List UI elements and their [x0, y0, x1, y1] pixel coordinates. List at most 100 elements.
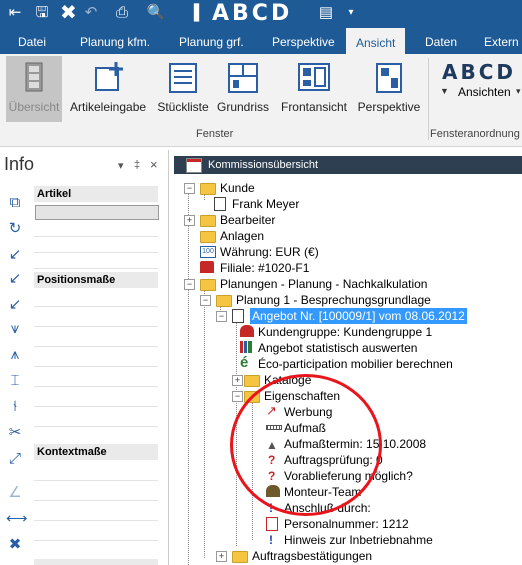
- grid-line: [34, 326, 158, 327]
- ribbon-separator: [428, 58, 429, 140]
- arrow-down-left-icon[interactable]: ↙: [6, 296, 24, 314]
- grid-line: [34, 366, 158, 367]
- tab-planung-kfm[interactable]: Planung kfm.: [80, 26, 150, 54]
- tree-connector: [188, 188, 189, 565]
- align-icon[interactable]: ⌶: [6, 372, 24, 390]
- tree-connector: [236, 310, 237, 546]
- print-preview-icon[interactable]: 🔍: [146, 3, 166, 23]
- collapse-icon[interactable]: −: [200, 295, 211, 306]
- close-icon[interactable]: ✖: [60, 3, 77, 23]
- grid-line: [34, 346, 158, 347]
- tab-ansicht[interactable]: Ansicht: [346, 28, 406, 56]
- chevron-down-icon: ▾: [516, 86, 521, 96]
- folder-icon: [200, 231, 216, 243]
- folder-icon: [216, 295, 232, 307]
- tab-daten[interactable]: Daten: [425, 26, 457, 54]
- chevron-down-icon[interactable]: ▾: [118, 159, 124, 172]
- arrow-down-left-icon[interactable]: ↙: [6, 246, 24, 264]
- grid-line: [34, 480, 158, 481]
- collapse-icon[interactable]: ⇤: [8, 3, 22, 23]
- ribbon: Übersicht Artikeleingabe Stückliste Grun…: [0, 54, 522, 147]
- chart-icon: [240, 341, 252, 353]
- article-entry-icon: [95, 62, 123, 91]
- folder-icon: [232, 551, 248, 563]
- group-label-window-arrangement: Fensteranordnung: [430, 128, 520, 140]
- document-icon: [214, 197, 226, 211]
- commission-overview-panel: Kommissionsübersicht − Kunde Frank Meyer…: [174, 150, 522, 565]
- pin-icon: ↗: [266, 403, 277, 418]
- measure-icon[interactable]: ∠: [6, 484, 24, 502]
- collapse-icon[interactable]: −: [232, 391, 243, 402]
- grid-line: [34, 386, 158, 387]
- exclamation-icon: !: [269, 501, 273, 515]
- grid-line: [34, 406, 158, 407]
- house-icon: [200, 261, 214, 273]
- rotate-icon[interactable]: ↻: [6, 220, 24, 238]
- views-dropdown-button[interactable]: ▼ Ansichten ▾: [440, 84, 522, 102]
- grid-line: [34, 252, 158, 253]
- cross-icon[interactable]: ✖: [6, 536, 24, 554]
- expand-icon[interactable]: +: [184, 215, 195, 226]
- floor-plan-button[interactable]: Grundriss: [216, 56, 270, 122]
- folder-icon: [200, 279, 216, 291]
- expand-icon[interactable]: +: [216, 551, 227, 562]
- undo-icon[interactable]: ↶: [84, 3, 98, 23]
- grid-line: [34, 236, 158, 237]
- grid-line: [34, 268, 158, 269]
- folder-icon: [200, 183, 216, 195]
- front-view-button[interactable]: Frontansicht: [280, 56, 348, 122]
- arrow-down-left-icon[interactable]: ↙: [6, 270, 24, 288]
- quick-access-toolbar: ⇤ 🖫 ✖ ↶ ⎙ 🔍 ▐ ABCD ▤ ▾: [0, 0, 522, 26]
- layout-icon[interactable]: ▤: [318, 3, 334, 23]
- tab-planung-grf[interactable]: Planung grf.: [179, 26, 244, 54]
- article-field[interactable]: [35, 205, 159, 220]
- question-icon: ?: [268, 453, 276, 467]
- print-icon[interactable]: ⎙: [112, 3, 132, 23]
- chevron-down-icon[interactable]: ▾: [346, 3, 356, 23]
- section-header-kontextmasse: Kontextmaße: [34, 444, 158, 460]
- section-header-partial: [34, 559, 158, 565]
- info-panel: Info ▾ ‡ × ⧉ ↻ ↙ ↙ ↙ ⩛ ⩚ ⌶ ⫮ ✂ ⤢ ∠ ⟷ ✖ A…: [0, 150, 169, 565]
- ribbon-tabs: Datei Planung kfm. Planung grf. Perspekt…: [0, 26, 522, 56]
- distribute-icon[interactable]: ⫮: [6, 398, 24, 416]
- tab-datei[interactable]: Datei: [18, 26, 46, 54]
- panel-header: Kommissionsübersicht: [174, 156, 522, 174]
- copy-icon[interactable]: ⧉: [6, 194, 24, 212]
- brand-logo: ABCD: [212, 1, 293, 26]
- folder-icon: [244, 375, 260, 387]
- collapse-icon[interactable]: −: [216, 311, 227, 322]
- collapse-icon[interactable]: −: [184, 279, 195, 290]
- perspective-button[interactable]: Perspektive: [356, 56, 422, 122]
- tree-connector: [204, 286, 205, 558]
- expand-icon[interactable]: +: [232, 375, 243, 386]
- group-icon: [240, 325, 254, 337]
- close-icon[interactable]: ×: [150, 157, 158, 172]
- ruler-icon: [266, 425, 282, 430]
- grid-line: [34, 500, 158, 501]
- team-icon: [266, 485, 280, 497]
- grid-line: [34, 426, 158, 427]
- front-view-icon: [298, 63, 330, 91]
- bill-of-materials-button[interactable]: Stückliste: [156, 56, 210, 122]
- split-down-icon[interactable]: ⩛: [6, 320, 24, 338]
- floor-plan-icon: [228, 63, 258, 93]
- pin-icon[interactable]: ‡: [134, 159, 140, 171]
- expand-icon[interactable]: ⤢: [6, 450, 24, 468]
- overview-button[interactable]: Übersicht: [6, 56, 62, 122]
- folder-icon: [244, 391, 260, 403]
- section-header-positionsmasse: Positionsmaße: [34, 272, 158, 288]
- id-card-icon: [266, 517, 278, 531]
- merge-icon[interactable]: ⩚: [6, 346, 24, 364]
- article-entry-button[interactable]: Artikeleingabe: [70, 56, 146, 122]
- info-panel-title: Info: [4, 154, 35, 174]
- section-header-artikel: Artikel: [34, 186, 158, 202]
- tab-perspektive[interactable]: Perspektive: [272, 26, 335, 54]
- horizontal-measure-icon[interactable]: ⟷: [6, 510, 28, 528]
- tab-extern[interactable]: Extern: [484, 26, 519, 54]
- save-icon[interactable]: 🖫: [34, 3, 50, 23]
- cut-icon[interactable]: ✂: [6, 424, 24, 442]
- collapse-icon[interactable]: −: [184, 183, 195, 194]
- exclamation-icon: !: [269, 533, 273, 547]
- barcode-icon[interactable]: ▐: [186, 3, 202, 23]
- folder-icon: [200, 215, 216, 227]
